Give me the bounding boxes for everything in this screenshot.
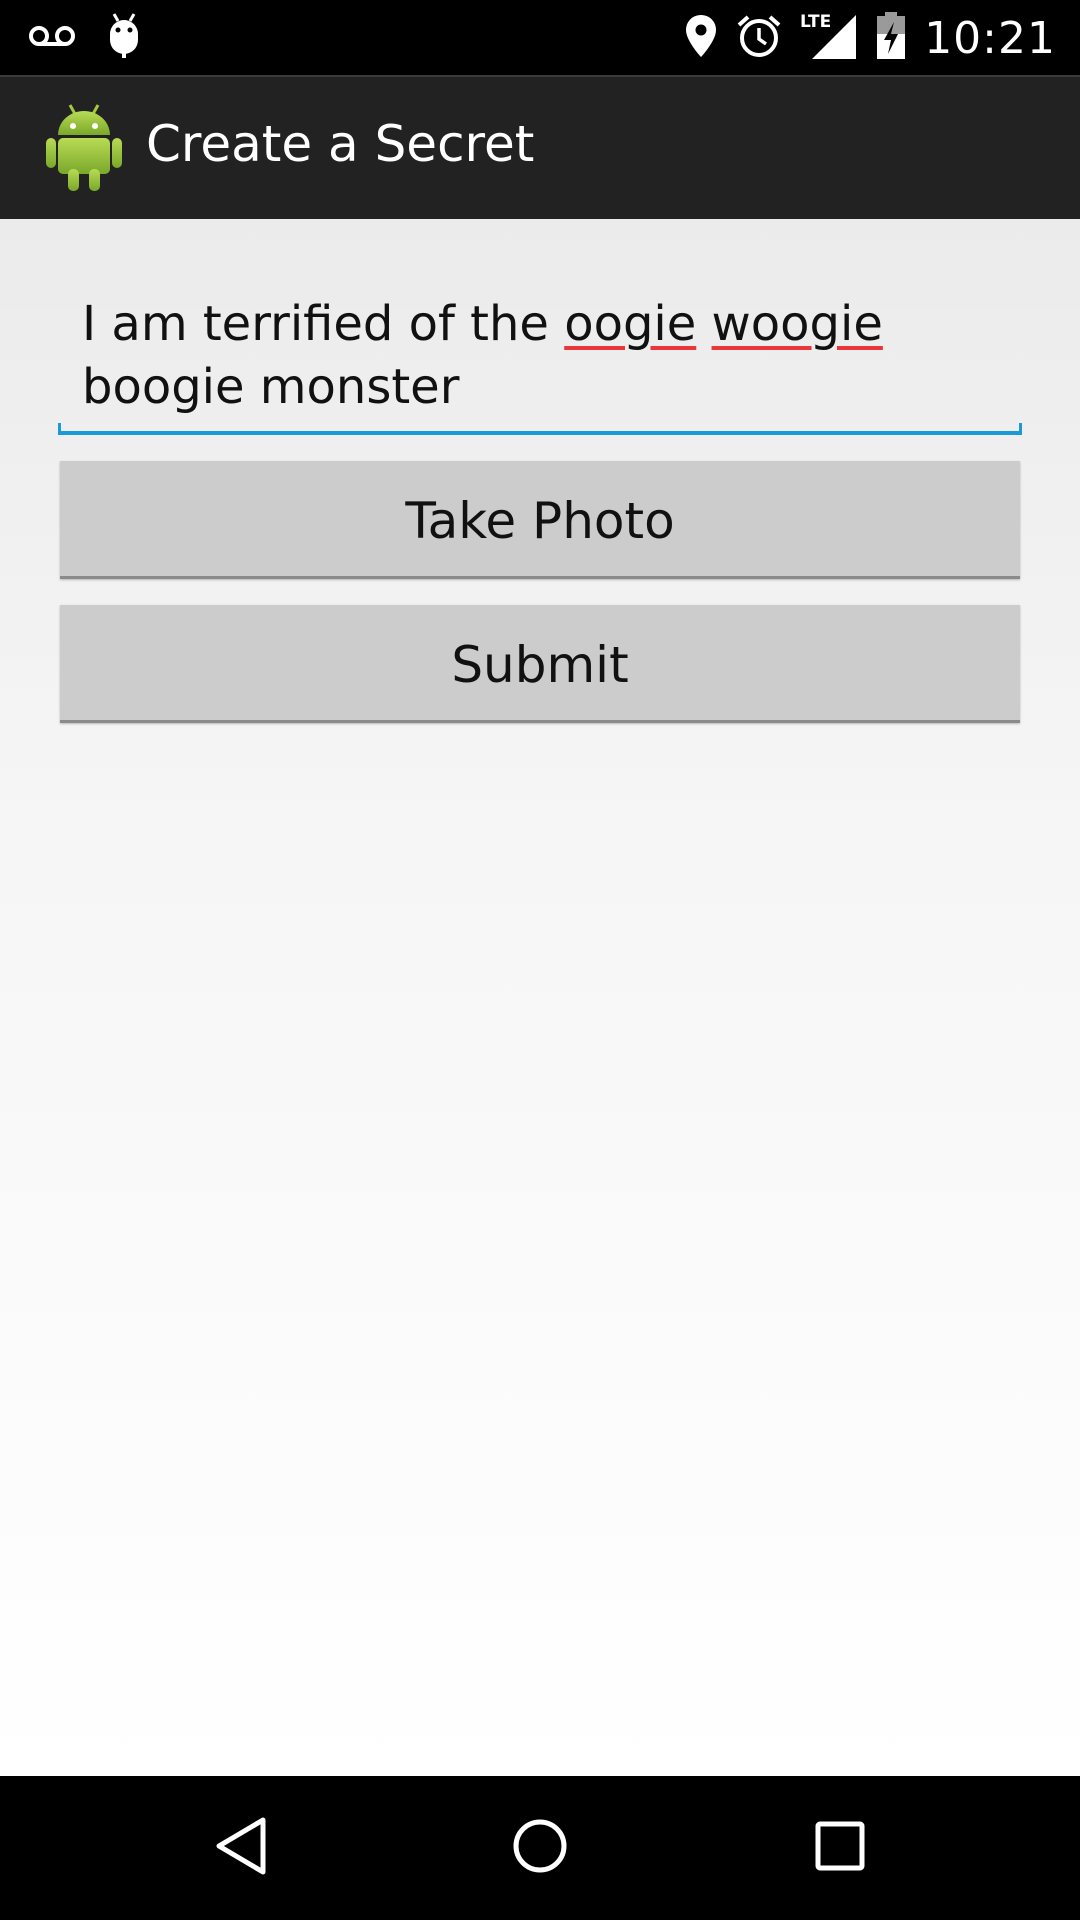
submit-button[interactable]: Submit [60, 605, 1020, 723]
location-icon [684, 13, 718, 63]
secret-text-part: I am terrified of the [82, 296, 565, 352]
secret-text-part: boogie monster [82, 359, 460, 415]
home-icon [510, 1816, 570, 1880]
back-icon [211, 1814, 271, 1882]
status-time: 10:21 [924, 12, 1056, 64]
page-title: Create a Secret [146, 115, 535, 173]
back-button[interactable] [196, 1808, 286, 1888]
recent-apps-button[interactable] [795, 1808, 885, 1888]
status-bar: LTE 10:21 [0, 0, 1080, 75]
secret-text-value: I am terrified of the oogie woogie boogi… [82, 289, 998, 419]
status-left-icons [28, 10, 142, 66]
navigation-bar [0, 1776, 1080, 1920]
android-debug-icon [106, 12, 142, 64]
misspelled-word[interactable]: woogie [712, 296, 883, 352]
alarm-icon [736, 13, 782, 63]
network-type-label: LTE [800, 12, 831, 32]
recent-apps-icon [812, 1818, 868, 1878]
android-robot-icon [44, 101, 124, 193]
voicemail-icon [28, 24, 76, 52]
action-bar: Create a Secret [0, 75, 1080, 219]
misspelled-word[interactable]: oogie [564, 296, 696, 352]
secret-text-part [696, 296, 711, 352]
home-button[interactable] [495, 1808, 585, 1888]
content-area: I am terrified of the oogie woogie boogi… [0, 219, 1080, 1776]
battery-charging-icon [876, 12, 906, 64]
secret-text-input[interactable]: I am terrified of the oogie woogie boogi… [58, 289, 1022, 435]
take-photo-button[interactable]: Take Photo [60, 461, 1020, 579]
status-right-icons: LTE 10:21 [684, 6, 1056, 70]
signal-icon: LTE [800, 11, 858, 65]
